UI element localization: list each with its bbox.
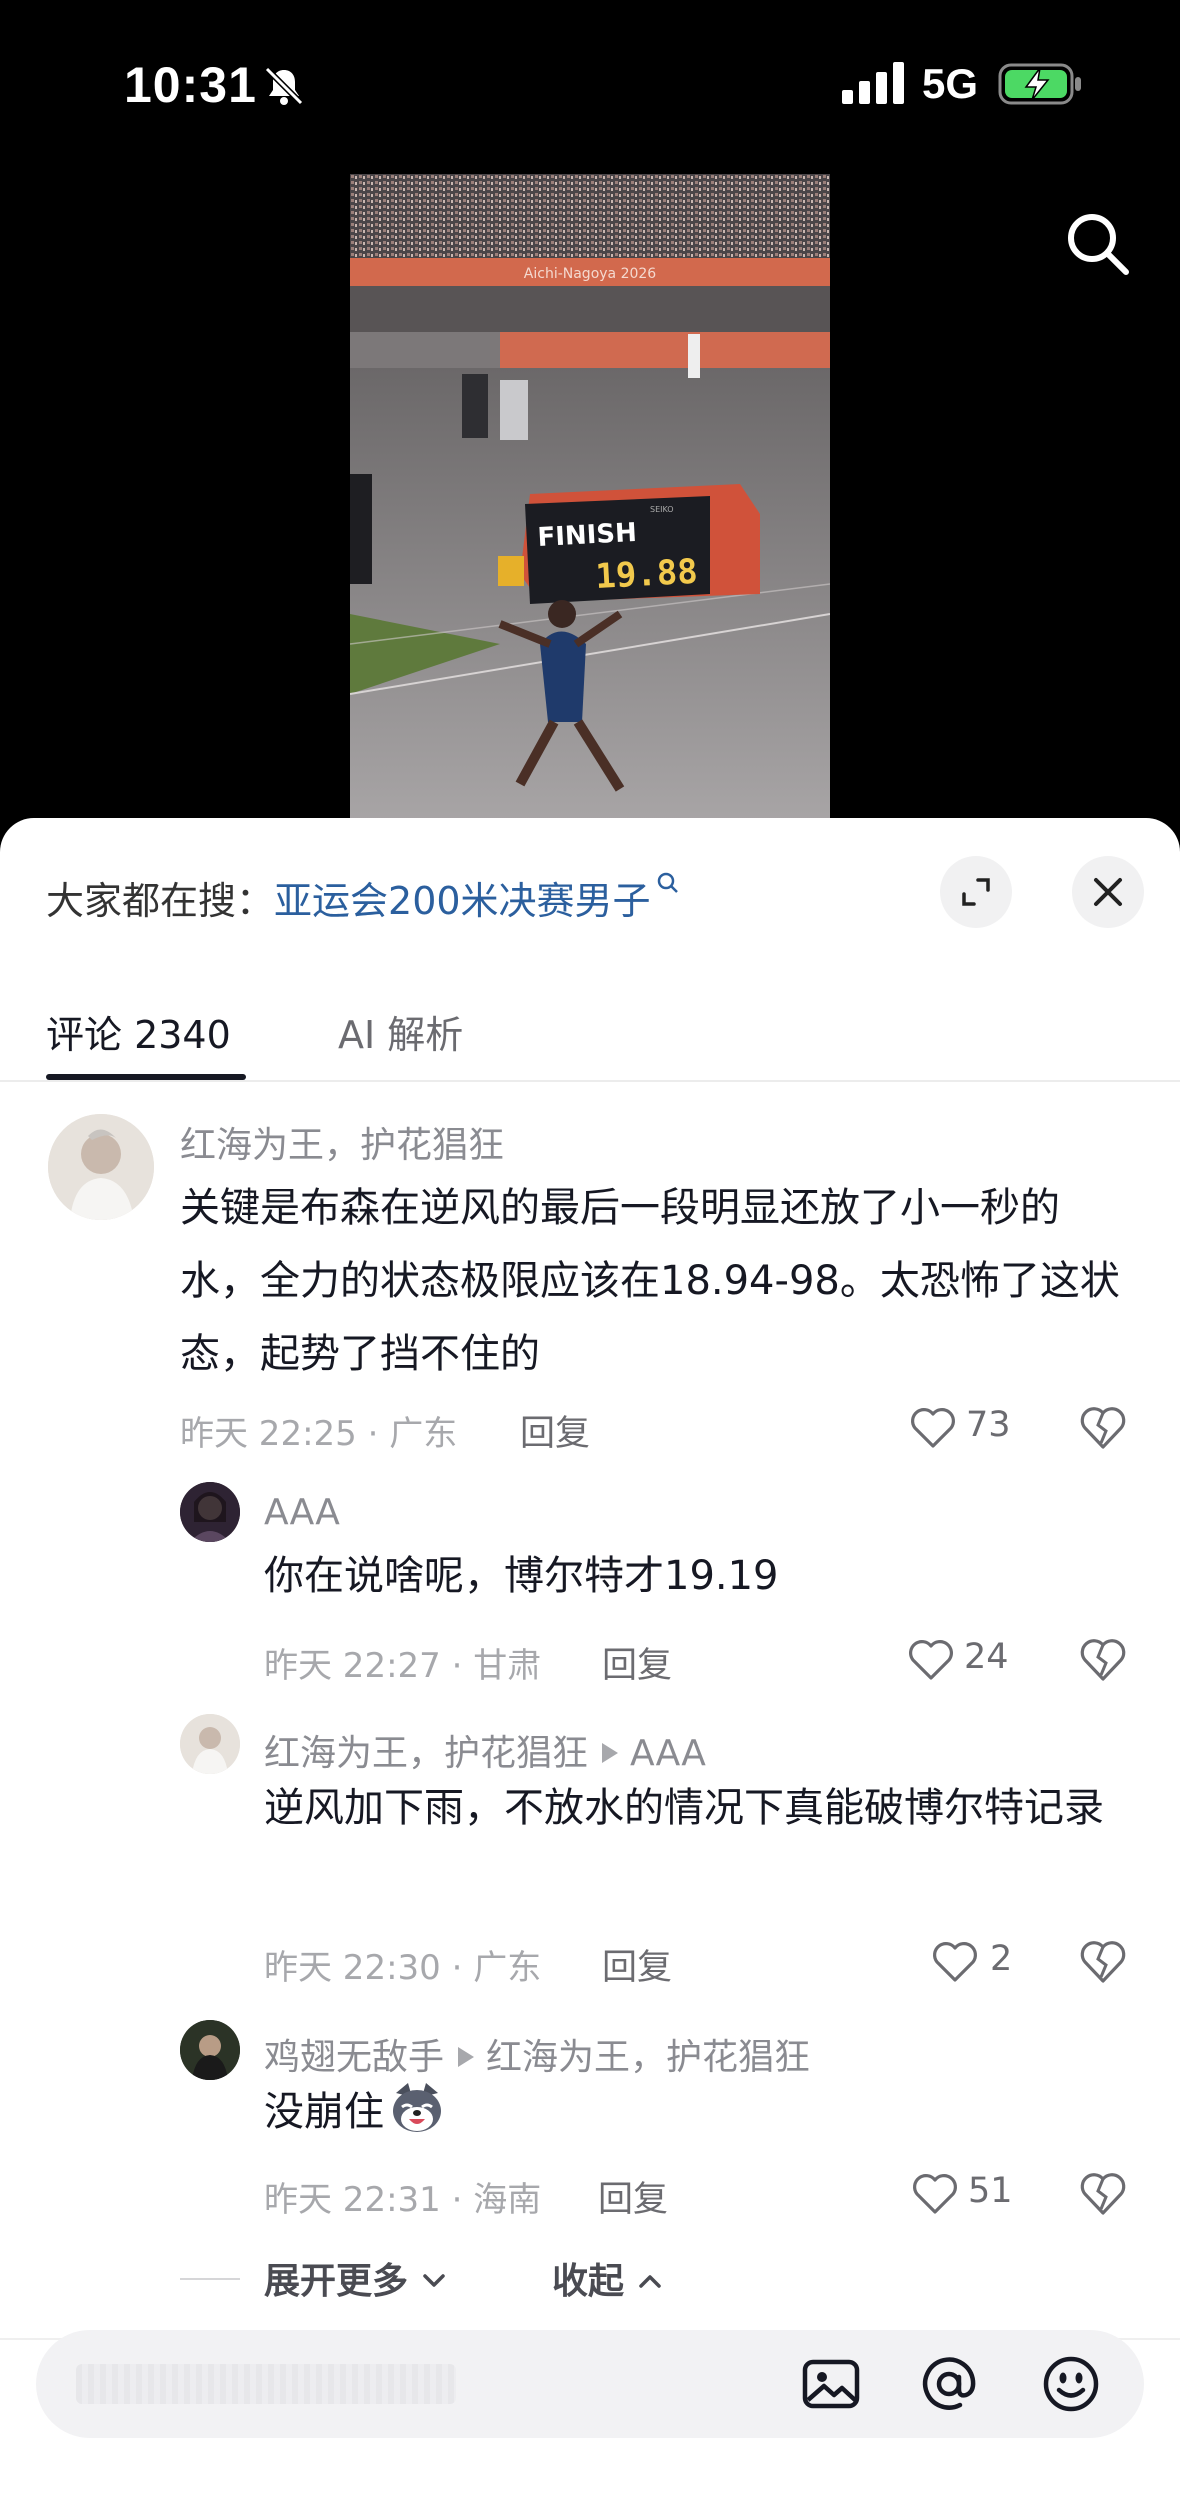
heart-icon[interactable]: [908, 1404, 958, 1450]
avatar[interactable]: [180, 1482, 240, 1542]
comment-username[interactable]: 鸡翅无敌手: [264, 2037, 444, 2078]
trending-query-link[interactable]: 亚运会200米决赛男子: [274, 879, 651, 923]
at-icon[interactable]: [918, 2353, 980, 2415]
active-tab-indicator: [46, 1074, 246, 1080]
comment-username[interactable]: 红海为王，护花猖狂: [264, 1733, 588, 1774]
comment-meta: 昨天 22:31 · 海南: [264, 2180, 542, 2220]
close-icon: [1094, 878, 1122, 906]
comment-username-thread: 红海为王，护花猖狂 AAA: [264, 1724, 706, 1776]
dislike-heart-icon[interactable]: [1078, 1635, 1128, 1683]
heart-icon[interactable]: [910, 2170, 960, 2216]
dislike-heart-icon[interactable]: [1078, 1403, 1128, 1451]
signal-icon: [842, 62, 904, 104]
finish-time: 19.88: [594, 552, 698, 597]
image-icon[interactable]: [800, 2353, 862, 2415]
reply-button[interactable]: 回复: [520, 1405, 590, 1456]
expand-more-button[interactable]: 展开更多: [264, 2252, 447, 2304]
thread-divider: [180, 2278, 240, 2280]
comment-username[interactable]: AAA: [264, 1492, 340, 1533]
reply-button[interactable]: 回复: [602, 1939, 672, 1990]
trending-search[interactable]: 大家都在搜：亚运会200米决赛男子: [46, 870, 681, 925]
comment-text: 关键是布森在逆风的最后一段明显还放了小一秒的水，全力的状态极限应该在18.94-…: [180, 1185, 1120, 1377]
comment-text-row: 没崩住: [264, 2076, 1124, 2149]
video-frame: Aichi-Nagoya 2026 FINISH 19.88 SEIKO: [350, 174, 830, 830]
comment-meta: 昨天 22:25 · 广东: [180, 1414, 458, 1454]
video-player[interactable]: Aichi-Nagoya 2026 FINISH 19.88 SEIKO: [0, 170, 1180, 830]
collapse-label: 收起: [552, 2261, 625, 2302]
comment-username-thread: 鸡翅无敌手 红海为王，护花猖狂: [264, 2028, 810, 2080]
collapse-button[interactable]: 收起: [552, 2252, 663, 2304]
reply-arrow-icon: [458, 2047, 475, 2067]
expand-icon: [962, 878, 990, 906]
chevron-down-icon: [422, 2274, 445, 2287]
comment-meta: 昨天 22:30 · 广东: [264, 1948, 542, 1988]
trending-prefix: 大家都在搜：: [46, 879, 275, 923]
comment-input[interactable]: [36, 2330, 1144, 2438]
reply-button[interactable]: 回复: [602, 1637, 672, 1688]
reply-to-username[interactable]: 红海为王，护花猖狂: [486, 2037, 810, 2078]
input-placeholder: [76, 2364, 456, 2404]
comment-sheet: 大家都在搜：亚运会200米决赛男子 评论 2340 AI 解析 红海为王，护花猖…: [0, 818, 1180, 2516]
heart-icon[interactable]: [930, 1938, 980, 1984]
emoji-icon[interactable]: [1040, 2353, 1102, 2415]
comment-text: 逆风加下雨，不放水的情况下真能破博尔特记录: [264, 1785, 1104, 1831]
finish-label: FINISH: [537, 518, 638, 553]
heart-icon[interactable]: [906, 1636, 956, 1682]
close-button[interactable]: [1072, 856, 1144, 928]
stadium-banner: Aichi-Nagoya 2026: [524, 266, 657, 282]
reply-to-username[interactable]: AAA: [630, 1733, 706, 1774]
comment-text: 没崩住: [264, 2089, 384, 2135]
network-type: 5G: [922, 60, 979, 107]
tab-comments[interactable]: 评论 2340: [46, 1004, 231, 1059]
like-count: 51: [968, 2171, 1013, 2211]
status-bar: 10:31 5G: [0, 0, 1180, 170]
laughing-dog-emoji-icon: [393, 2083, 441, 2132]
avatar[interactable]: [180, 1714, 240, 1774]
bell-off-icon: [264, 66, 304, 106]
dislike-heart-icon[interactable]: [1078, 1937, 1128, 1985]
like-count: 2: [990, 1939, 1013, 1979]
comment-tabs: 评论 2340 AI 解析: [0, 986, 1180, 1082]
reply-button[interactable]: 回复: [598, 2171, 668, 2222]
board-brand: SEIKO: [650, 505, 674, 514]
comment-text: 你在说啥呢，博尔特才19.19: [264, 1553, 779, 1599]
comment-username[interactable]: 红海为王，护花猖狂: [180, 1116, 504, 1168]
avatar[interactable]: [180, 2020, 240, 2080]
dislike-heart-icon[interactable]: [1078, 2169, 1128, 2217]
avatar[interactable]: [48, 1114, 154, 1220]
search-small-icon: [657, 872, 678, 893]
battery-charging-icon: [998, 63, 1081, 105]
like-count: 24: [964, 1637, 1009, 1677]
like-count: 73: [966, 1405, 1011, 1445]
chevron-up-icon: [638, 2275, 661, 2288]
expand-more-label: 展开更多: [264, 2261, 409, 2302]
comment-meta: 昨天 22:27 · 甘肃: [264, 1646, 542, 1686]
reply-arrow-icon: [602, 1743, 619, 1763]
status-time: 10:31: [124, 57, 257, 113]
tab-ai-analysis[interactable]: AI 解析: [338, 1004, 463, 1059]
fullscreen-button[interactable]: [940, 856, 1012, 928]
search-icon[interactable]: [1062, 208, 1132, 278]
